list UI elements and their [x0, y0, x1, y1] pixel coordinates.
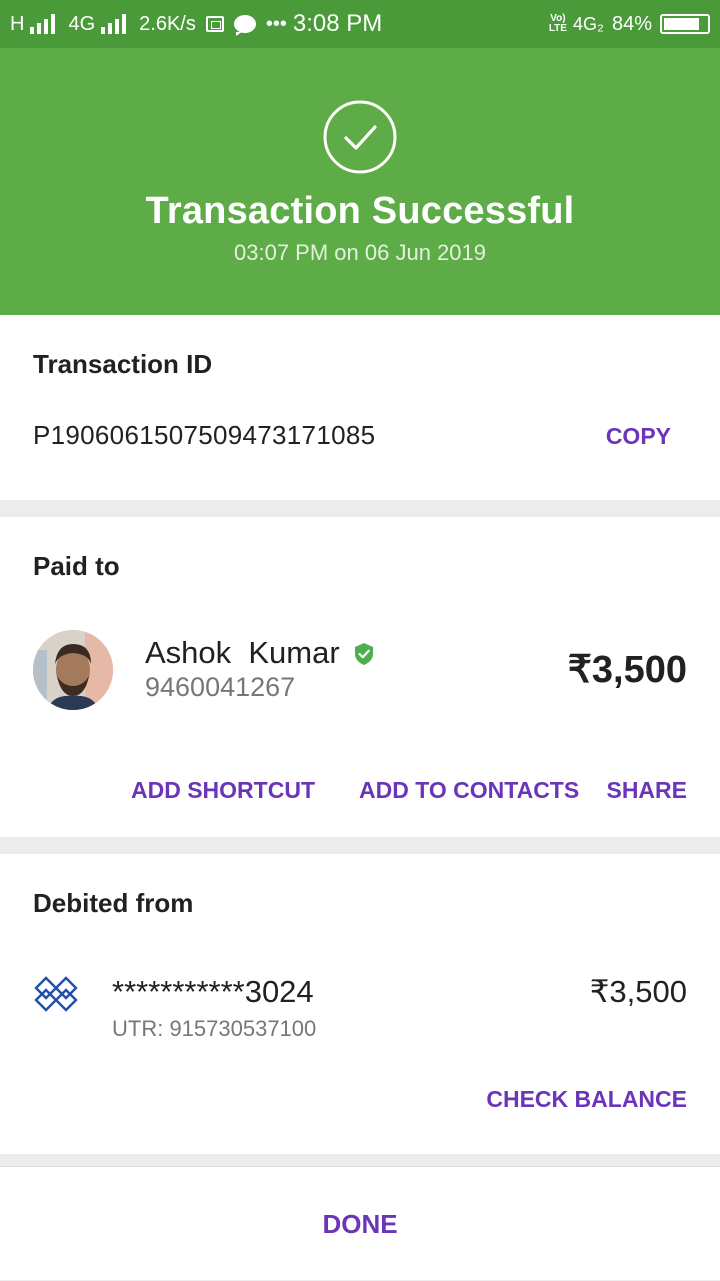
battery-percent: 84% [611, 12, 652, 35]
battery-icon [660, 14, 710, 34]
check-balance-button[interactable]: CHECK BALANCE [486, 1086, 687, 1113]
page-title: Transaction Successful [145, 190, 575, 232]
battery-fill [664, 18, 700, 30]
network-type-4g2: 4G₂ [572, 13, 604, 34]
network-type-h: H [10, 12, 25, 35]
more-notifications-icon: ••• [265, 12, 287, 35]
verified-shield-icon [355, 643, 373, 665]
bank-logo-icon [34, 976, 78, 1012]
notification-app-icon [205, 16, 224, 32]
debited-amount: ₹3,500 [589, 974, 687, 1009]
network-speed: 2.6K/s [139, 12, 196, 35]
status-bar: H 4G 2.6K/s ••• 3:08 PM Vo) LTE 4G₂ 84% [0, 0, 720, 48]
transaction-id-card: Transaction ID P1906061507509473171085 C… [0, 315, 720, 500]
section-title-transaction-id: Transaction ID [33, 349, 213, 379]
signal-bars-icon [30, 14, 58, 34]
section-title-paid-to: Paid to [33, 551, 120, 581]
transaction-timestamp: 03:07 PM on 06 Jun 2019 [234, 240, 486, 265]
message-bubble-icon [233, 15, 256, 36]
bottom-bar: DONE [0, 1166, 720, 1280]
signal-bars-icon [101, 14, 129, 34]
avatar[interactable] [33, 630, 113, 710]
status-bar-right: Vo) LTE 4G₂ 84% [549, 0, 710, 48]
check-circle-icon [323, 100, 397, 174]
volte-icon: Vo) LTE [548, 13, 567, 34]
payee-phone: 9460041267 [145, 672, 296, 702]
utr-number: UTR: 915730537100 [112, 1016, 317, 1041]
debited-from-card: Debited from ***********3024 UTR: 915730… [0, 854, 720, 1154]
copy-button[interactable]: COPY [606, 423, 671, 450]
add-shortcut-button[interactable]: ADD SHORTCUT [131, 777, 315, 804]
section-title-debited-from: Debited from [33, 888, 194, 918]
payee-name: Ashok Kumar [145, 635, 340, 670]
status-time: 3:08 PM [292, 10, 383, 37]
success-header: Transaction Successful 03:07 PM on 06 Ju… [0, 48, 720, 315]
done-button[interactable]: DONE [0, 1167, 720, 1281]
paid-to-card: Paid to Ashok Kumar 9460041267 ₹3,500 AD… [0, 517, 720, 837]
network-type-4g: 4G [68, 12, 96, 35]
status-bar-left: H 4G 2.6K/s ••• 3:08 PM [10, 0, 382, 48]
transaction-id-value: P1906061507509473171085 [33, 420, 376, 450]
avatar-photo [33, 630, 113, 710]
account-number: ***********3024 [112, 974, 314, 1009]
paid-amount: ₹3,500 [567, 649, 687, 691]
add-to-contacts-button[interactable]: ADD TO CONTACTS [359, 777, 579, 804]
share-button[interactable]: SHARE [606, 777, 687, 804]
